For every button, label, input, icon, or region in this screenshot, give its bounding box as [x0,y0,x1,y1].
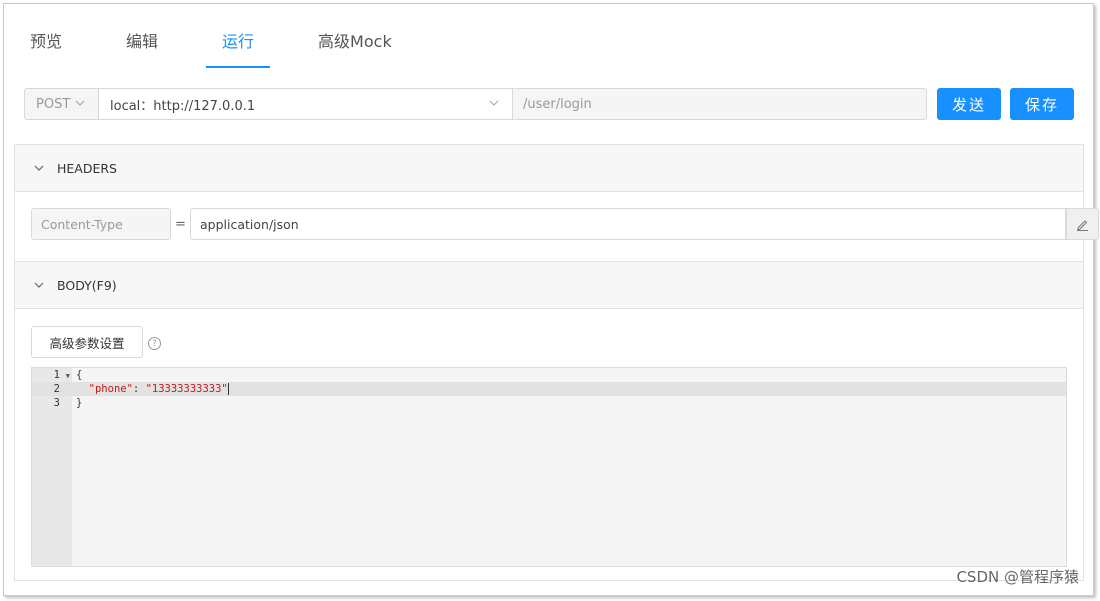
editor-line: 3 } [32,396,1066,410]
body-panel-header[interactable]: BODY(F9) [15,262,1083,309]
path-input[interactable]: /user/login [513,88,927,120]
help-icon[interactable]: ? [148,337,161,350]
header-value-input[interactable]: application/json [190,208,1066,240]
header-separator: = [175,216,186,232]
api-run-panel: 预览 编辑 运行 高级Mock POST local：http://127.0.… [3,3,1099,596]
json-value: "13333333333" [145,383,228,395]
chevron-down-icon [75,100,85,106]
chevron-down-icon [489,100,499,106]
tab-bar: 预览 编辑 运行 高级Mock [14,14,440,68]
environment-value: local：http://127.0.0.1 [110,98,256,114]
pencil-icon [1077,219,1088,231]
body-title: BODY(F9) [57,277,117,293]
save-button[interactable]: 保存 [1010,88,1074,120]
method-value: POST [36,96,71,112]
tab-run[interactable]: 运行 [206,14,271,68]
code-editor[interactable]: 1 ▼ { 2 "phone": "13333333333" 3 } [31,367,1067,567]
tab-advanced-mock[interactable]: 高级Mock [302,14,408,68]
line-code: } [76,397,83,409]
header-key-input[interactable]: Content-Type [31,208,171,240]
body-panel: BODY(F9) 高级参数设置 ? 1 ▼ { 2 "phone": "13333… [14,261,1084,581]
line-code: "phone": "13333333333" [72,383,229,395]
tab-preview[interactable]: 预览 [14,14,78,68]
editor-line-active: 2 "phone": "13333333333" [32,382,1066,396]
json-colon: : [132,383,146,395]
headers-panel: HEADERS Content-Type = application/json [14,144,1099,262]
line-number: 2 [53,383,60,395]
chevron-down-icon [34,165,44,171]
advanced-params-button[interactable]: 高级参数设置 [31,326,143,358]
line-number: 3 [53,397,60,409]
line-code: { [76,369,83,381]
watermark: CSDN @管程序猿 [956,568,1079,586]
editor-line: 1 ▼ { [32,368,1066,382]
line-number: 1 [53,369,60,381]
header-edit-button[interactable] [1066,208,1099,240]
chevron-down-icon [34,282,44,288]
text-caret [227,383,229,395]
environment-select[interactable]: local：http://127.0.0.1 [99,88,513,120]
fold-icon[interactable]: ▼ [66,372,70,380]
send-button[interactable]: 发送 [937,88,1001,120]
headers-panel-header[interactable]: HEADERS [15,145,1083,192]
method-select[interactable]: POST [24,88,99,120]
request-bar: POST local：http://127.0.0.1 /user/login [24,88,927,120]
headers-title: HEADERS [57,160,117,176]
header-key-placeholder: Content-Type [41,216,123,232]
tab-edit[interactable]: 编辑 [110,14,174,68]
json-key: "phone" [88,383,133,395]
path-value: /user/login [523,96,592,112]
header-value-text: application/json [200,216,299,232]
body-content: 高级参数设置 ? 1 ▼ { 2 "phone": "13333333333" 3… [15,310,1083,580]
header-row: Content-Type = application/json [31,208,1099,240]
